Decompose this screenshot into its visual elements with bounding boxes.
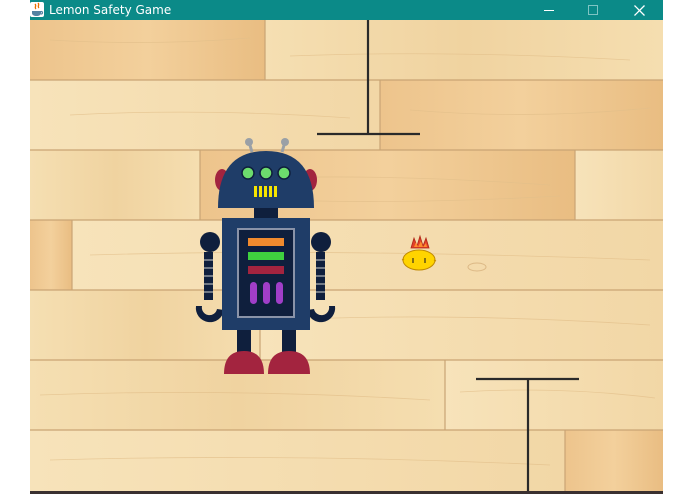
floor-plank xyxy=(565,430,663,492)
java-app-icon xyxy=(30,2,44,17)
wood-floor xyxy=(30,20,663,492)
floor-plank xyxy=(30,220,72,290)
floor-plank xyxy=(72,220,663,290)
window-frame-right xyxy=(663,0,695,494)
minimize-button[interactable] xyxy=(527,0,571,20)
game-canvas[interactable] xyxy=(30,20,663,492)
floor-plank xyxy=(30,430,565,492)
maximize-button[interactable] xyxy=(571,0,615,20)
game-scene xyxy=(30,20,663,492)
floor-plank xyxy=(265,20,663,80)
close-button[interactable] xyxy=(617,0,661,20)
title-bar: Lemon Safety Game xyxy=(30,0,663,20)
floor-plank xyxy=(30,20,265,80)
floor-plank xyxy=(575,150,663,220)
floor-plank xyxy=(380,80,663,150)
floor-plank xyxy=(30,150,200,220)
floor-plank xyxy=(260,290,663,360)
window-title: Lemon Safety Game xyxy=(49,3,172,17)
minimize-icon xyxy=(544,10,554,11)
maximize-icon xyxy=(588,5,598,15)
close-icon xyxy=(633,4,645,16)
floor-plank xyxy=(30,80,380,150)
